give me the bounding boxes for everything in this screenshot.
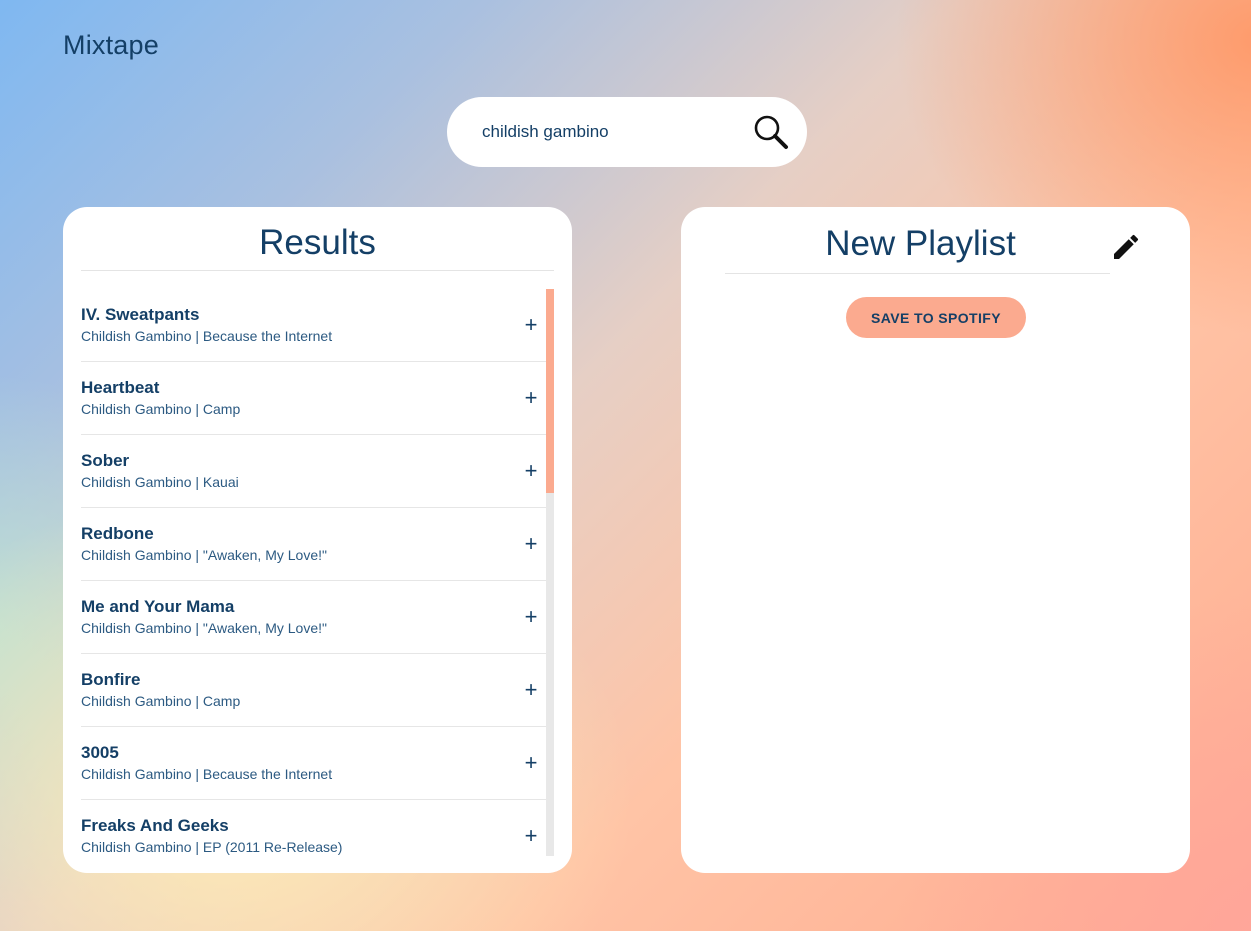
- add-track-button[interactable]: +: [521, 824, 541, 848]
- track-meta: Childish Gambino | Camp: [81, 693, 241, 709]
- scrollbar-thumb[interactable]: [546, 289, 554, 493]
- track-name: Me and Your Mama: [81, 597, 235, 616]
- add-track-button[interactable]: +: [521, 605, 541, 629]
- track-meta: Childish Gambino | EP (2011 Re-Release): [81, 839, 343, 855]
- track-meta: Childish Gambino | "Awaken, My Love!": [81, 547, 327, 563]
- track-row: Sober Childish Gambino | Kauai +: [81, 435, 546, 508]
- playlist-panel: SAVE TO SPOTIFY: [681, 207, 1190, 873]
- track-meta: Childish Gambino | Because the Internet: [81, 328, 333, 344]
- results-panel: Results IV. Sweatpants Childish Gambino …: [63, 207, 572, 873]
- playlist-name-input[interactable]: [681, 223, 1160, 265]
- add-track-button[interactable]: +: [521, 459, 541, 483]
- add-track-button[interactable]: +: [521, 313, 541, 337]
- results-title: Results: [259, 223, 376, 262]
- app-title: Mixtape: [63, 30, 159, 60]
- track-row: Me and Your Mama Childish Gambino | "Awa…: [81, 581, 546, 654]
- track-list: IV. Sweatpants Childish Gambino | Becaus…: [63, 289, 546, 861]
- pencil-icon[interactable]: [1110, 231, 1142, 263]
- playlist-divider: [725, 273, 1110, 274]
- results-divider: [81, 270, 554, 271]
- track-row: Heartbeat Childish Gambino | Camp +: [81, 362, 546, 435]
- save-to-spotify-button[interactable]: SAVE TO SPOTIFY: [846, 297, 1026, 338]
- search-input[interactable]: [482, 117, 732, 147]
- add-track-button[interactable]: +: [521, 751, 541, 775]
- track-meta: Childish Gambino | "Awaken, My Love!": [81, 620, 327, 636]
- track-row: Redbone Childish Gambino | "Awaken, My L…: [81, 508, 546, 581]
- add-track-button[interactable]: +: [521, 678, 541, 702]
- add-track-button[interactable]: +: [521, 532, 541, 556]
- track-name: Heartbeat: [81, 378, 160, 397]
- track-meta: Childish Gambino | Because the Internet: [81, 766, 333, 782]
- track-name: Sober: [81, 451, 130, 470]
- search-icon[interactable]: [752, 113, 790, 151]
- track-name: 3005: [81, 743, 119, 762]
- track-name: Redbone: [81, 524, 154, 543]
- track-meta: Childish Gambino | Kauai: [81, 474, 239, 490]
- track-name: IV. Sweatpants: [81, 305, 200, 324]
- track-row: IV. Sweatpants Childish Gambino | Becaus…: [81, 289, 546, 362]
- add-track-button[interactable]: +: [521, 386, 541, 410]
- track-name: Bonfire: [81, 670, 141, 689]
- track-row: Bonfire Childish Gambino | Camp +: [81, 654, 546, 727]
- track-row: 3005 Childish Gambino | Because the Inte…: [81, 727, 546, 800]
- track-name: Freaks And Geeks: [81, 816, 229, 835]
- track-meta: Childish Gambino | Camp: [81, 401, 241, 417]
- track-row: Freaks And Geeks Childish Gambino | EP (…: [81, 800, 546, 861]
